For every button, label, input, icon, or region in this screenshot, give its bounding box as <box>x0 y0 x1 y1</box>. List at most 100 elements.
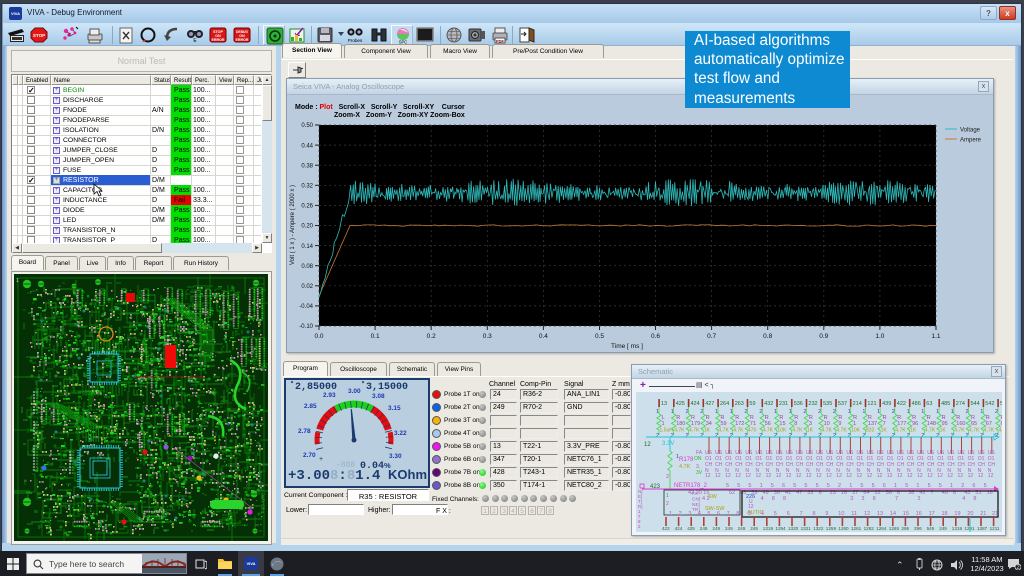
svg-text:1: 1 <box>894 483 897 489</box>
svg-text:12: 12 <box>836 473 842 479</box>
svg-text:12: 12 <box>735 473 741 479</box>
svg-text:1: 1 <box>921 409 924 415</box>
svg-text:2: 2 <box>892 409 895 415</box>
svg-text:485: 485 <box>941 401 950 407</box>
svg-text:1265: 1265 <box>889 526 900 531</box>
svg-text:0.5: 0.5 <box>595 333 604 340</box>
svg-text:12: 12 <box>988 473 994 479</box>
svg-text:1: 1 <box>936 409 939 415</box>
svg-text:11: 11 <box>851 511 857 517</box>
svg-text:180: 180 <box>676 421 685 427</box>
svg-text:8: 8 <box>736 511 739 517</box>
svg-text:12: 12 <box>978 473 984 479</box>
svg-text:2: 2 <box>679 511 682 517</box>
svg-text:15: 15 <box>903 511 909 517</box>
svg-text:0.7: 0.7 <box>707 333 716 340</box>
svg-text:1: 1 <box>877 409 880 415</box>
svg-text:10: 10 <box>824 421 830 427</box>
svg-text:2: 2 <box>936 433 939 439</box>
svg-text:ERROR: ERROR <box>236 38 249 42</box>
svg-text:2: 2 <box>818 409 821 415</box>
svg-text:1: 1 <box>789 409 792 415</box>
svg-text:4: 4 <box>698 511 701 517</box>
svg-text:13: 13 <box>877 511 883 517</box>
svg-text:Probes: Probes <box>348 38 363 43</box>
svg-text:2: 2 <box>759 409 762 415</box>
svg-text:1322: 1322 <box>813 526 824 531</box>
svg-text:1262: 1262 <box>864 526 875 531</box>
svg-text:544: 544 <box>971 401 980 407</box>
svg-text:12: 12 <box>877 473 883 479</box>
svg-text:12: 12 <box>917 473 923 479</box>
svg-text:SW: SW <box>708 494 718 500</box>
svg-text:65: 65 <box>971 421 977 427</box>
svg-text:STOP: STOP <box>33 33 45 38</box>
svg-text:2: 2 <box>966 409 969 415</box>
svg-text:12: 12 <box>715 473 721 479</box>
svg-text:1: 1 <box>848 409 851 415</box>
svg-text:3: 3 <box>748 511 751 517</box>
svg-text:535: 535 <box>823 401 832 407</box>
svg-text:2: 2 <box>803 409 806 415</box>
svg-text:0.9: 0.9 <box>819 333 828 340</box>
svg-text:1: 1 <box>774 409 777 415</box>
svg-text:422: 422 <box>897 401 906 407</box>
svg-text:0.1: 0.1 <box>371 333 380 340</box>
svg-text:3.00: 3.00 <box>348 388 361 395</box>
svg-text:3: 3 <box>809 421 812 427</box>
svg-text:8: 8 <box>873 496 876 502</box>
svg-text:1: 1 <box>916 483 919 489</box>
svg-text:4.7K: 4.7K <box>999 428 1003 434</box>
svg-text:4.7K: 4.7K <box>719 428 730 434</box>
svg-text:0.14: 0.14 <box>301 244 313 250</box>
svg-text:3: 3 <box>688 511 691 517</box>
svg-text:1320: 1320 <box>788 526 799 531</box>
svg-text:5: 5 <box>860 483 863 489</box>
svg-text:12: 12 <box>796 473 802 479</box>
svg-text:12: 12 <box>756 473 762 479</box>
svg-text:0.26: 0.26 <box>301 204 313 210</box>
svg-text:1260: 1260 <box>838 526 849 531</box>
svg-text:ERROR: ERROR <box>212 38 225 42</box>
svg-text:2: 2 <box>715 433 718 439</box>
svg-text:Top Layer: Top Layer <box>260 494 265 514</box>
svg-text:0.08: 0.08 <box>301 264 313 270</box>
svg-text:545: 545 <box>927 526 935 531</box>
svg-text:2: 2 <box>666 474 669 480</box>
svg-text:12: 12 <box>766 473 772 479</box>
svg-text:12: 12 <box>644 442 651 448</box>
svg-text:1: 1 <box>951 409 954 415</box>
svg-text:6: 6 <box>782 483 785 489</box>
svg-text:5: 5 <box>928 483 931 489</box>
svg-text:2: 2 <box>700 433 703 439</box>
svg-text:12: 12 <box>927 473 933 479</box>
svg-text:4.7K: 4.7K <box>969 428 980 434</box>
svg-text:15: 15 <box>779 421 785 427</box>
svg-text:1K: 1K <box>940 428 947 434</box>
svg-text:1: 1 <box>656 409 659 415</box>
svg-text:10K: 10K <box>851 428 861 434</box>
svg-text:12: 12 <box>864 511 870 517</box>
svg-text:3.30: 3.30 <box>389 453 402 460</box>
svg-text:5: 5 <box>793 483 796 489</box>
svg-text:2: 2 <box>656 433 659 439</box>
svg-text:137: 137 <box>868 421 877 427</box>
svg-text:3.22: 3.22 <box>394 430 407 437</box>
svg-text:2: 2 <box>744 433 747 439</box>
svg-text:95: 95 <box>942 421 948 427</box>
svg-text:264: 264 <box>720 401 729 407</box>
svg-text:1.1: 1.1 <box>931 333 940 340</box>
svg-text:63: 63 <box>926 401 932 407</box>
svg-text:17: 17 <box>929 511 935 517</box>
svg-text:1: 1 <box>907 409 910 415</box>
svg-text:5: 5 <box>984 483 987 489</box>
svg-text:4.7K: 4.7K <box>984 428 995 434</box>
svg-text:-0.10: -0.10 <box>299 324 313 330</box>
svg-text:249: 249 <box>750 526 758 531</box>
svg-text:424: 424 <box>691 401 700 407</box>
svg-text:2.78: 2.78 <box>298 428 311 435</box>
svg-text:8: 8 <box>794 421 797 427</box>
svg-text:19: 19 <box>954 511 960 517</box>
svg-text:249: 249 <box>700 526 708 531</box>
svg-text:0.32: 0.32 <box>301 184 313 190</box>
